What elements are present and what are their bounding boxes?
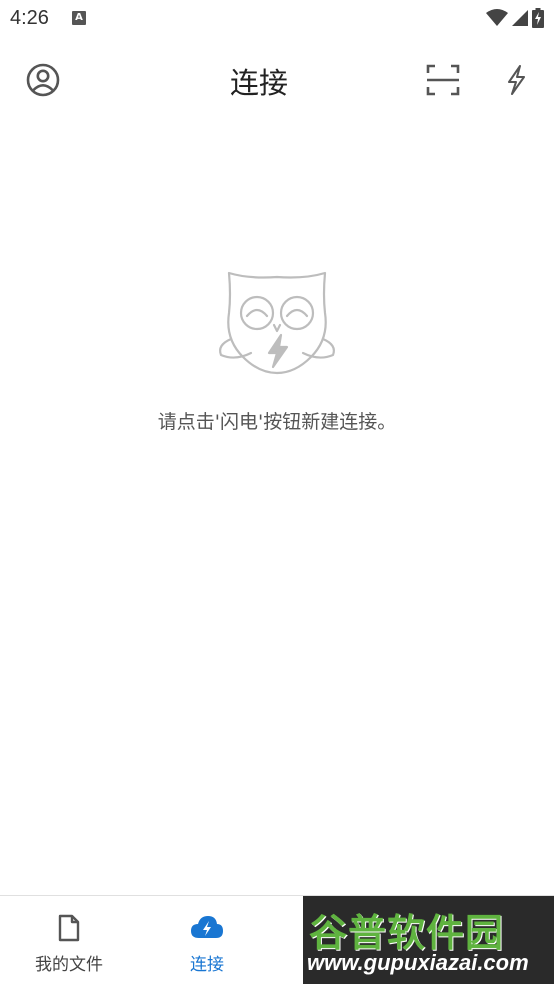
battery-charging-icon: [532, 8, 544, 28]
watermark-logo: 谷普软件园 www.gupuxiazai.com: [303, 896, 554, 984]
cloud-flash-icon: [191, 916, 223, 938]
wifi-icon: [486, 9, 508, 26]
empty-state: 请点击'闪电'按钮新建连接。: [0, 265, 554, 434]
owl-illustration-icon: [219, 271, 335, 375]
empty-state-message: 请点击'闪电'按钮新建连接。: [157, 411, 397, 433]
scan-icon: [426, 64, 460, 96]
scan-button[interactable]: [421, 58, 465, 102]
nav-label-my-files: 我的文件: [35, 955, 103, 975]
status-icons: [486, 8, 544, 28]
nav-item-my-files[interactable]: 我的文件: [0, 896, 138, 985]
notification-app-icon: A: [72, 11, 86, 25]
flash-icon: [508, 65, 525, 95]
nav-item-connect[interactable]: 连接: [138, 896, 276, 985]
watermark-url: www.gupuxiazai.com: [307, 950, 529, 975]
status-bar: 4:26 A: [0, 0, 554, 38]
document-icon: [58, 914, 80, 942]
cell-signal-icon: [512, 10, 528, 26]
new-connection-button[interactable]: [494, 58, 538, 102]
status-time: 4:26: [10, 7, 49, 29]
app-bar: 连接: [0, 40, 554, 120]
watermark-title: 谷普软件园: [309, 911, 505, 955]
nav-label-connect: 连接: [190, 955, 224, 975]
